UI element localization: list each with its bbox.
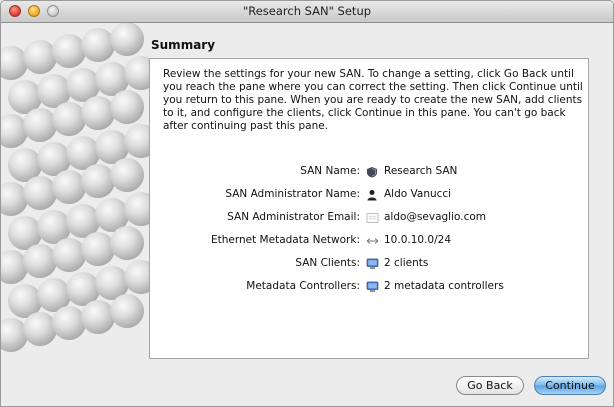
sphere-cluster-illustration [1, 23, 149, 352]
summary-row-san-name: SAN Name: Research SAN [150, 164, 590, 180]
sphere-shape [110, 226, 144, 260]
sphere-shape [1, 250, 28, 284]
sphere-shape [1, 182, 28, 216]
sphere-shape [110, 90, 144, 124]
computer-icon [365, 280, 379, 294]
metadata-network-label: Ethernet Metadata Network: [210, 234, 360, 246]
sphere-shape [1, 318, 28, 352]
sphere-shape [23, 244, 57, 278]
sphere-shape [52, 34, 86, 68]
title-bar: "Research SAN" Setup [1, 1, 613, 23]
summary-panel: Review the settings for your new SAN. To… [149, 58, 589, 359]
admin-email-label: SAN Administrator Email: [227, 211, 360, 223]
sphere-shape [23, 40, 57, 74]
sphere-shape [81, 164, 115, 198]
pane-heading: Summary [151, 38, 216, 52]
go-back-button[interactable]: Go Back [456, 376, 524, 395]
sphere-shape [110, 23, 144, 56]
sphere-shape [81, 232, 115, 266]
admin-email-value: aldo@sevaglio.com [384, 211, 487, 223]
setup-window: "Research SAN" Setup Summary Review the … [0, 0, 614, 407]
sphere-shape [81, 96, 115, 130]
san-clients-label: SAN Clients: [295, 257, 360, 269]
summary-row-san-clients: SAN Clients: 2 clients [150, 256, 590, 272]
sphere-shape [23, 312, 57, 346]
san-icon [365, 165, 379, 179]
summary-row-admin-name: SAN Administrator Name: Aldo Vanucci [150, 187, 590, 203]
sphere-shape [1, 46, 28, 80]
summary-row-admin-email: SAN Administrator Email: aldo@sevaglio.c… [150, 210, 590, 226]
san-name-value: Research SAN [384, 165, 458, 177]
computer-icon [365, 257, 379, 271]
admin-name-label: SAN Administrator Name: [225, 188, 360, 200]
metadata-controllers-value: 2 metadata controllers [384, 280, 504, 292]
san-name-label: SAN Name: [300, 165, 360, 177]
metadata-network-value: 10.0.10.0/24 [384, 234, 451, 246]
sphere-shape [81, 300, 115, 334]
continue-button[interactable]: Continue [534, 376, 606, 395]
person-icon [365, 188, 379, 202]
sphere-shape [52, 170, 86, 204]
summary-description: Review the settings for your new SAN. To… [163, 68, 583, 132]
metadata-controllers-label: Metadata Controllers: [246, 280, 360, 292]
sphere-shape [23, 108, 57, 142]
sphere-shape [110, 294, 144, 328]
sphere-shape [81, 28, 115, 62]
sphere-shape [52, 102, 86, 136]
network-arrows-icon [365, 234, 379, 248]
summary-row-metadata-controllers: Metadata Controllers: 2 metadata control… [150, 279, 590, 295]
sphere-shape [52, 306, 86, 340]
sphere-shape [1, 114, 28, 148]
sphere-shape [23, 176, 57, 210]
admin-name-value: Aldo Vanucci [384, 188, 452, 200]
sphere-shape [52, 238, 86, 272]
san-clients-value: 2 clients [384, 257, 429, 269]
summary-row-metadata-network: Ethernet Metadata Network: 10.0.10.0/24 [150, 233, 590, 249]
sphere-shape [110, 158, 144, 192]
window-title: "Research SAN" Setup [242, 4, 372, 18]
email-icon [365, 211, 379, 225]
